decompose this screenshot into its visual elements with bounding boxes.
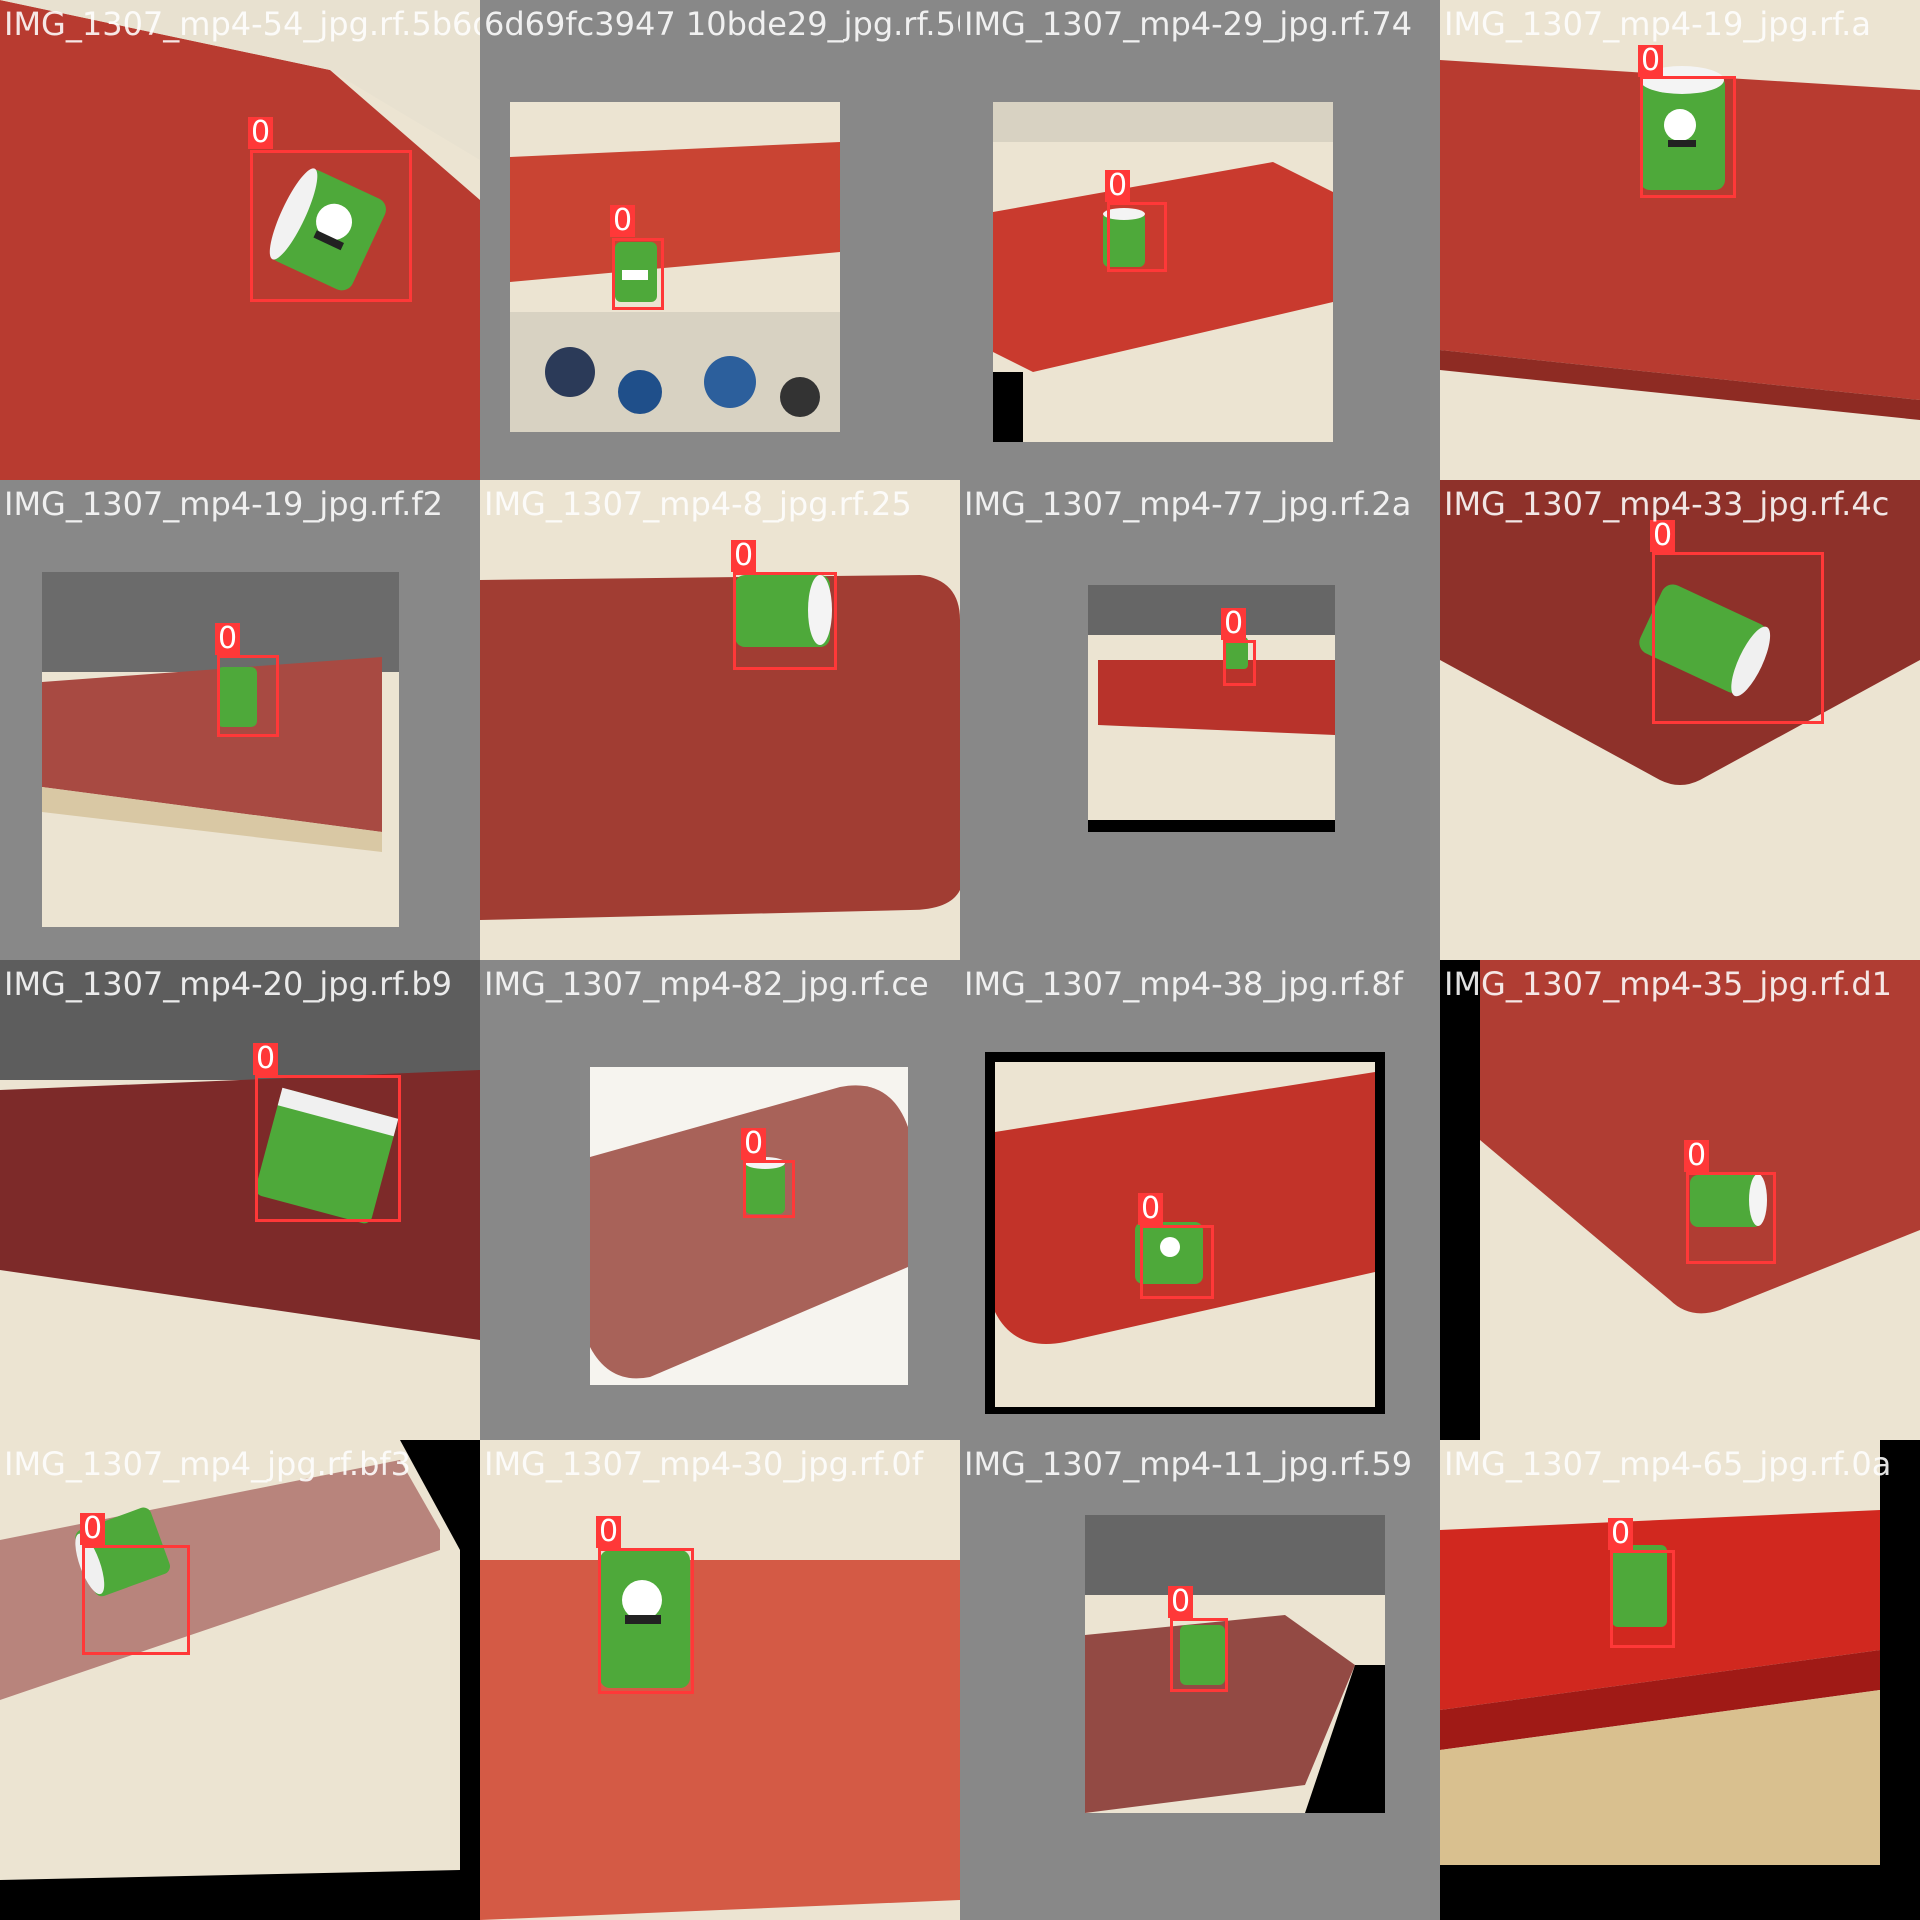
class-label: 0 <box>1684 1140 1710 1172</box>
bounding-box <box>1640 76 1736 198</box>
class-label: 0 <box>1105 170 1131 202</box>
mosaic-tile: 0 IMG_1307_mp4_jpg.rf.bf3 <box>0 1440 480 1920</box>
mosaic-tile: 0 IMG_1307_mp4-29_jpg.rf.74 <box>960 0 1440 480</box>
class-label: 0 <box>215 623 241 655</box>
tile-photo <box>1085 1515 1385 1813</box>
bounding-box <box>1140 1225 1214 1299</box>
mosaic-tile: 0 IMG_1307_mp4-33_jpg.rf.4c <box>1440 480 1920 960</box>
mosaic-tile: 0 IMG_1307_mp4-35_jpg.rf.d1 <box>1440 960 1920 1440</box>
bounding-box <box>250 150 412 302</box>
mosaic-tile: 0 IMG_1307_mp4-19_jpg.rf.a <box>1440 0 1920 480</box>
class-label: 0 <box>731 540 757 572</box>
tile-photo <box>480 1440 960 1920</box>
bounding-box <box>217 655 279 737</box>
class-label: 0 <box>610 205 636 237</box>
bounding-box <box>1686 1172 1776 1264</box>
class-label: 0 <box>80 1513 106 1545</box>
tile-photo <box>1440 0 1920 480</box>
mosaic-tile: 0 IMG_1307_mp4-19_jpg.rf.f2 <box>0 480 480 960</box>
bounding-box <box>1610 1550 1675 1648</box>
mosaic-tile: 0 IMG_1307_mp4-11_jpg.rf.59 <box>960 1440 1440 1920</box>
bounding-box <box>1652 552 1824 724</box>
bounding-box <box>82 1545 190 1655</box>
mosaic-tile: 0 IMG_1307_mp4-54_jpg.rf.5b6d69fc394710b… <box>0 0 480 480</box>
class-label: 0 <box>1138 1193 1164 1225</box>
mosaic-tile: 0 IMG_1307_mp4-38_jpg.rf.8f <box>960 960 1440 1440</box>
class-label: 0 <box>596 1516 622 1548</box>
mosaic-tile: 0 IMG_1307_mp4-65_jpg.rf.0a <box>1440 1440 1920 1920</box>
tile-photo <box>1440 1440 1880 1865</box>
bounding-box <box>255 1075 401 1222</box>
tile-photo <box>0 1440 460 1880</box>
tile-photo <box>510 102 840 432</box>
mosaic-tile: 0 IMG_1307_mp4-20_jpg.rf.b9 <box>0 960 480 1440</box>
class-label: 0 <box>1168 1586 1194 1618</box>
bounding-box <box>1170 1618 1228 1692</box>
tile-photo <box>590 1067 908 1385</box>
bounding-box <box>1107 202 1167 272</box>
class-label: 0 <box>253 1043 279 1075</box>
mosaic-tile: 0 IMG_1307_mp4-82_jpg.rf.ce <box>480 960 960 1440</box>
bounding-box <box>1223 640 1256 686</box>
tile-photo <box>0 960 480 1440</box>
tile-photo <box>993 102 1333 442</box>
tile-photo <box>1088 585 1335 832</box>
mosaic-tile: 0 IMG_1307_mp4-77_jpg.rf.2a <box>960 480 1440 960</box>
class-label: 0 <box>1608 1518 1634 1550</box>
mosaic-tile: 0 IMG_1307_mp4-30_jpg.rf.0f <box>480 1440 960 1920</box>
class-label: 0 <box>248 117 274 149</box>
bounding-box <box>743 1160 795 1218</box>
mosaic-grid: 0 IMG_1307_mp4-54_jpg.rf.5b6d69fc394710b… <box>0 0 1920 1920</box>
bounding-box <box>612 238 664 310</box>
mosaic-tile: 0 IMG_1307_mp4-8_jpg.rf.25 <box>480 480 960 960</box>
bounding-box <box>733 572 837 670</box>
class-label: 0 <box>1221 608 1247 640</box>
class-label: 0 <box>741 1128 767 1160</box>
mosaic-tile: 0 6d69fc3947 10bde29_jpg.rf.50 <box>480 0 960 480</box>
bounding-box <box>598 1548 694 1694</box>
class-label: 0 <box>1638 45 1664 77</box>
class-label: 0 <box>1650 520 1676 552</box>
tile-photo <box>480 480 960 960</box>
